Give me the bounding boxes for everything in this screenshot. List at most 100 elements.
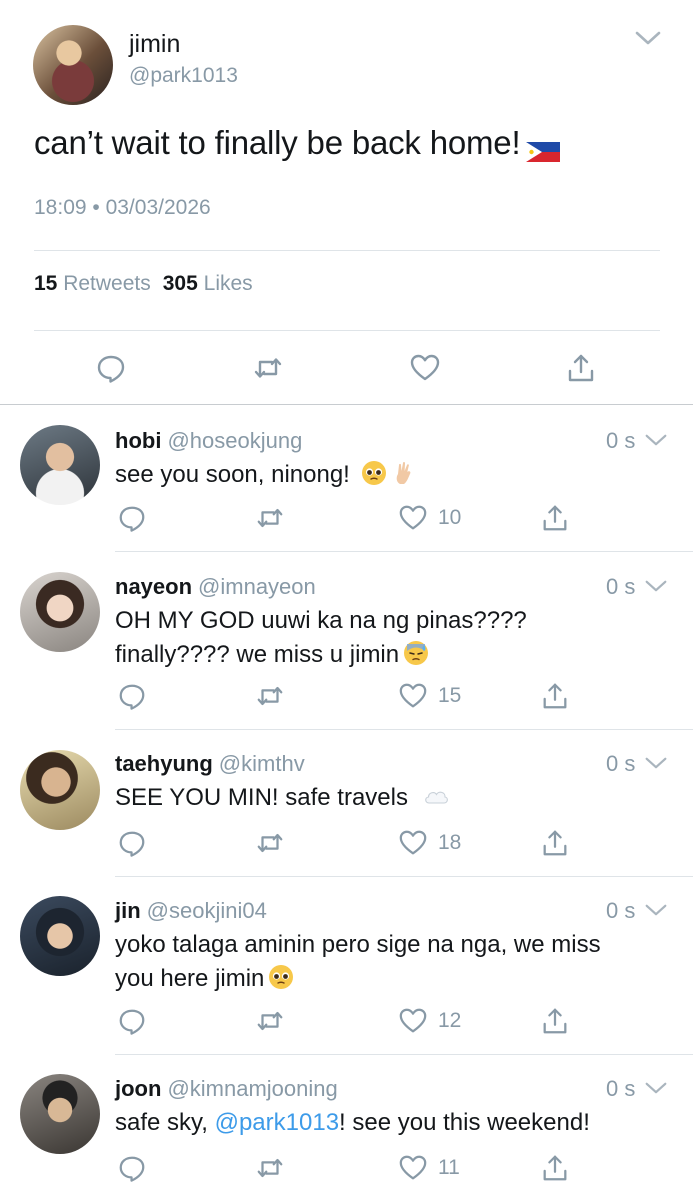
reply-handle[interactable]: @imnayeon xyxy=(198,574,316,599)
reply-text: see you soon, ninong! xyxy=(115,458,675,492)
display-name[interactable]: jimin xyxy=(129,30,180,59)
reply-text-line: OH MY GOD uuwi ka na ng pinas???? xyxy=(115,607,527,634)
reply-text: SEE YOU MIN! safe travels xyxy=(115,781,675,815)
reply-text-content: see you soon, ninong! xyxy=(115,461,350,488)
reply-time: 0 s xyxy=(606,1076,636,1101)
reply-text: yoko talaga aminin pero sige na nga, we … xyxy=(115,928,675,996)
likes-count[interactable]: 305 xyxy=(163,272,198,295)
retweet-icon[interactable] xyxy=(255,503,285,533)
philippines-flag-icon xyxy=(526,132,561,163)
reply-icon[interactable] xyxy=(117,1153,147,1183)
reply-actions: 10 xyxy=(0,503,693,533)
heart-icon[interactable] xyxy=(398,828,428,858)
reply-time: 0 s xyxy=(606,898,636,923)
reply-handle[interactable]: @kimnamjooning xyxy=(167,1076,337,1101)
heart-icon[interactable] xyxy=(398,1006,428,1036)
ok-hand-emoji xyxy=(391,460,417,486)
retweet-icon[interactable] xyxy=(255,1153,285,1183)
reply-actions: 11 xyxy=(0,1153,693,1183)
reply-display-name[interactable]: jin xyxy=(115,898,141,923)
reply-handle[interactable]: @seokjini04 xyxy=(147,898,267,923)
share-icon[interactable] xyxy=(540,828,570,858)
retweet-icon[interactable] xyxy=(255,828,285,858)
share-icon[interactable] xyxy=(540,1006,570,1036)
reply-icon[interactable] xyxy=(117,1006,147,1036)
avatar[interactable] xyxy=(20,1074,100,1154)
chevron-down-icon[interactable] xyxy=(645,579,667,593)
pleading-face-emoji xyxy=(361,460,387,486)
heart-icon[interactable] xyxy=(409,352,441,384)
retweet-icon[interactable] xyxy=(255,1006,285,1036)
reply-item[interactable]: joon @kimnamjooning 0 s safe sky, @park10… xyxy=(0,1055,693,1199)
reply-item[interactable]: jin @seokjini04 0 s yoko talaga aminin pe… xyxy=(0,877,693,1054)
avatar[interactable] xyxy=(20,896,100,976)
heart-icon[interactable] xyxy=(398,503,428,533)
reply-header: joon @kimnamjooning xyxy=(115,1076,338,1102)
tweet-stats: 15 Retweets 305 Likes xyxy=(34,272,253,296)
chevron-down-icon[interactable] xyxy=(645,1081,667,1095)
reply-icon[interactable] xyxy=(117,503,147,533)
divider xyxy=(34,250,660,251)
reply-text-content: you here jimin xyxy=(115,965,265,992)
reply-display-name[interactable]: joon xyxy=(115,1076,161,1101)
divider xyxy=(34,330,660,331)
heart-icon[interactable] xyxy=(398,1153,428,1183)
tweet-timestamp: 18:09 • 03/03/2026 xyxy=(34,196,211,219)
pleading-face-emoji xyxy=(268,964,294,990)
reply-item[interactable]: hobi @hoseokjung 0 s see you soon, ninong… xyxy=(0,405,693,551)
tweet-text: can’t wait to finally be back home! xyxy=(34,124,561,163)
heart-icon[interactable] xyxy=(398,681,428,711)
reply-actions: 12 xyxy=(0,1006,693,1036)
tweet-text-content: can’t wait to finally be back home! xyxy=(34,124,521,161)
retweet-icon[interactable] xyxy=(255,681,285,711)
reply-icon[interactable] xyxy=(117,681,147,711)
avatar[interactable] xyxy=(33,25,113,105)
reply-text-content: finally???? we miss u jimin xyxy=(115,641,400,668)
reply-text-line: yoko talaga aminin pero sige na nga, we … xyxy=(115,931,601,958)
reply-text: safe sky, @park1013! see you this weeken… xyxy=(115,1106,675,1140)
like-count: 15 xyxy=(438,684,462,707)
reply-actions: 18 xyxy=(0,828,693,858)
reply-text-content: safe sky, xyxy=(115,1109,215,1136)
reply-handle[interactable]: @kimthv xyxy=(219,751,305,776)
share-icon[interactable] xyxy=(540,1153,570,1183)
chevron-down-icon[interactable] xyxy=(645,903,667,917)
like-count: 18 xyxy=(438,831,462,854)
like-count: 12 xyxy=(438,1009,462,1032)
main-tweet: jimin @park1013 can’t wait to finally be… xyxy=(0,0,693,405)
reply-header: hobi @hoseokjung xyxy=(115,428,302,454)
reply-text-content: SEE YOU MIN! safe travels xyxy=(115,784,408,811)
reply-handle[interactable]: @hoseokjung xyxy=(167,428,302,453)
likes-label[interactable]: Likes xyxy=(204,272,253,295)
chevron-down-icon[interactable] xyxy=(645,756,667,770)
reply-display-name[interactable]: taehyung xyxy=(115,751,213,776)
chevron-down-icon[interactable] xyxy=(645,433,667,447)
reply-text-line: you here jimin xyxy=(115,962,675,996)
avatar[interactable] xyxy=(20,425,100,505)
avatar[interactable] xyxy=(20,572,100,652)
like-count: 10 xyxy=(438,506,462,529)
avatar[interactable] xyxy=(20,750,100,830)
share-icon[interactable] xyxy=(540,681,570,711)
chevron-down-icon[interactable] xyxy=(635,30,661,46)
user-handle[interactable]: @park1013 xyxy=(129,64,238,88)
reply-time: 0 s xyxy=(606,574,636,599)
retweets-count[interactable]: 15 xyxy=(34,272,57,295)
share-icon[interactable] xyxy=(540,503,570,533)
mention-link[interactable]: @park1013 xyxy=(215,1109,339,1136)
reply-item[interactable]: taehyung @kimthv 0 s SEE YOU MIN! safe tr… xyxy=(0,730,693,876)
reply-display-name[interactable]: hobi xyxy=(115,428,161,453)
reply-header: jin @seokjini04 xyxy=(115,898,267,924)
cloud-emoji xyxy=(419,783,453,809)
tweet-action-bar xyxy=(0,352,693,384)
reply-icon[interactable] xyxy=(95,352,127,384)
share-icon[interactable] xyxy=(565,352,597,384)
downcast-sweat-face-emoji xyxy=(403,640,429,666)
reply-actions: 15 xyxy=(0,681,693,711)
reply-display-name[interactable]: nayeon xyxy=(115,574,192,599)
reply-item[interactable]: nayeon @imnayeon 0 s OH MY GOD uuwi ka na… xyxy=(0,552,693,729)
reply-icon[interactable] xyxy=(117,828,147,858)
reply-header: taehyung @kimthv xyxy=(115,751,305,777)
retweet-icon[interactable] xyxy=(252,352,284,384)
retweets-label[interactable]: Retweets xyxy=(63,272,151,295)
